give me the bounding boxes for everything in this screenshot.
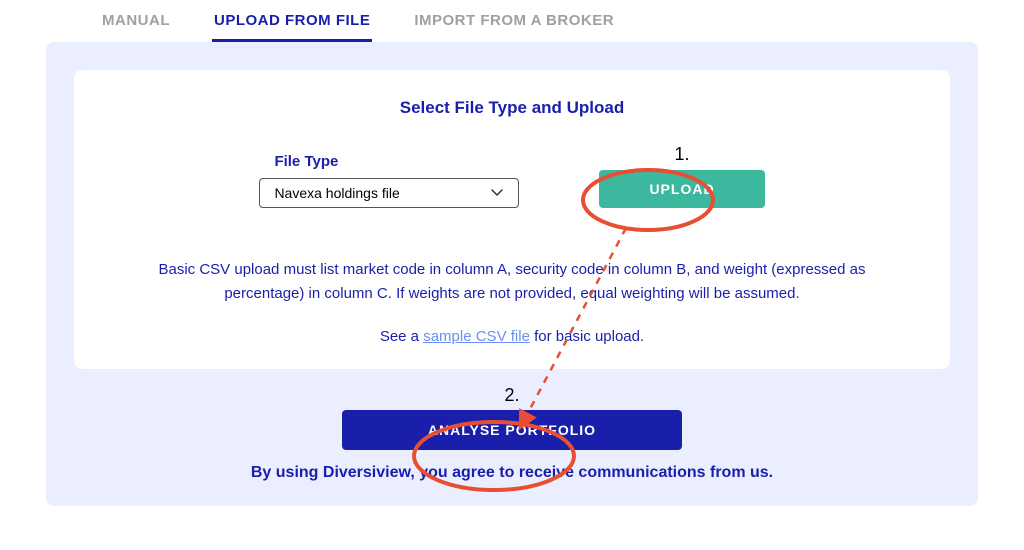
- sample-line: See a sample CSV file for basic upload.: [134, 328, 890, 345]
- upload-wrap: 1. UPLOAD: [599, 170, 764, 208]
- file-type-select[interactable]: Navexa holdings file: [259, 178, 519, 208]
- consent-text: By using Diversiview, you agree to recei…: [74, 464, 950, 482]
- tab-upload-from-file[interactable]: UPLOAD FROM FILE: [212, 12, 372, 42]
- chevron-down-icon: [490, 185, 504, 201]
- sample-csv-link[interactable]: sample CSV file: [423, 328, 530, 345]
- upload-card: Select File Type and Upload File Type Na…: [74, 70, 950, 369]
- tab-manual[interactable]: MANUAL: [100, 12, 172, 42]
- card-title: Select File Type and Upload: [134, 98, 890, 118]
- file-row: File Type Navexa holdings file 1. UPLOAD: [134, 153, 890, 208]
- step-1-label: 1.: [674, 144, 689, 165]
- upload-button[interactable]: UPLOAD: [599, 170, 764, 208]
- upload-panel: Select File Type and Upload File Type Na…: [46, 42, 978, 506]
- analyse-portfolio-button[interactable]: ANALYSE PORTFOLIO: [342, 410, 682, 450]
- sample-prefix: See a: [380, 328, 423, 345]
- sample-suffix: for basic upload.: [530, 328, 644, 345]
- step-2-label: 2.: [74, 385, 950, 406]
- tabs-bar: MANUAL UPLOAD FROM FILE IMPORT FROM A BR…: [0, 0, 1024, 42]
- analyse-wrap: 2. ANALYSE PORTFOLIO By using Diversivie…: [74, 385, 950, 482]
- tab-import-from-broker[interactable]: IMPORT FROM A BROKER: [412, 12, 616, 42]
- file-type-col: File Type Navexa holdings file: [259, 153, 519, 208]
- file-type-value: Navexa holdings file: [274, 185, 399, 201]
- file-type-label: File Type: [274, 153, 519, 170]
- csv-note: Basic CSV upload must list market code i…: [134, 258, 890, 306]
